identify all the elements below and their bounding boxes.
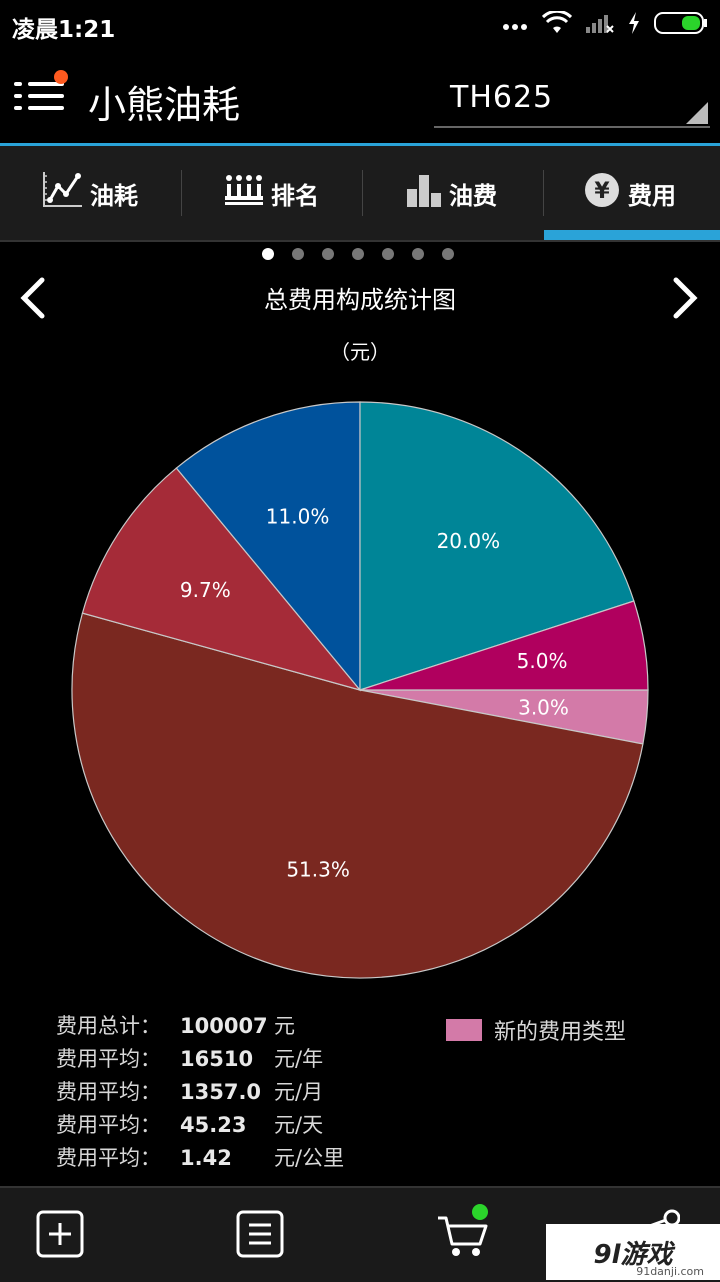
stat-unit: 元 — [274, 1014, 295, 1038]
wifi-icon — [541, 9, 573, 39]
app-title: 小熊油耗 — [88, 83, 241, 127]
stat-value: 1.42 — [180, 1146, 232, 1170]
stat-row-total: 费用总计： 100007 元 — [56, 1010, 344, 1043]
stat-label: 费用平均： — [56, 1080, 161, 1104]
line-chart-icon — [42, 172, 82, 214]
page-indicator — [262, 248, 454, 260]
tab-underline — [0, 240, 720, 242]
more-dots-icon — [502, 16, 528, 35]
cart-badge — [472, 1204, 488, 1220]
battery-icon — [654, 11, 708, 39]
dropdown-corner-icon — [686, 102, 708, 124]
tab-expenses[interactable]: ¥ 费用 — [540, 146, 720, 240]
stat-row-per-month: 费用平均： 1357.0 元/月 — [56, 1076, 344, 1109]
signal-icon — [586, 11, 614, 39]
stat-unit: 元/月 — [274, 1080, 324, 1104]
page-dot — [292, 248, 304, 260]
page-dot — [382, 248, 394, 260]
stat-row-per-km: 费用平均： 1.42 元/公里 — [56, 1142, 344, 1175]
stat-label: 费用平均： — [56, 1047, 161, 1071]
tab-label: 油费 — [449, 181, 497, 210]
chart-title: 总费用构成统计图 — [264, 286, 456, 314]
page-dot — [322, 248, 334, 260]
stat-row-per-day: 费用平均： 45.23 元/天 — [56, 1109, 344, 1142]
tab-label: 油耗 — [90, 181, 138, 210]
chart-legend: 新的费用类型 — [446, 1014, 626, 1046]
chart-unit: （元） — [330, 340, 390, 364]
pie-slice-label: 3.0% — [518, 695, 569, 719]
menu-button[interactable] — [14, 70, 68, 116]
svg-text:¥: ¥ — [594, 179, 610, 204]
stat-value: 100007 — [180, 1014, 268, 1038]
stat-label: 费用平均： — [56, 1146, 161, 1170]
stats-summary: 费用总计： 100007 元 费用平均： 16510 元/年 费用平均： 135… — [56, 1010, 344, 1175]
stat-unit: 元/天 — [274, 1113, 324, 1137]
watermark-url: 91danji.com — [636, 1265, 704, 1278]
stat-label: 费用总计： — [56, 1014, 161, 1038]
shop-button[interactable] — [436, 1204, 492, 1258]
notification-dot — [54, 70, 68, 84]
add-record-button[interactable] — [36, 1210, 84, 1258]
yen-icon: ¥ — [584, 172, 620, 214]
watermark-logo: 9l游戏 91danji.com — [546, 1224, 720, 1280]
tab-fuel-consumption[interactable]: 油耗 — [0, 146, 180, 240]
stat-unit: 元/年 — [274, 1047, 324, 1071]
pie-slice-label: 9.7% — [180, 578, 231, 602]
stat-value: 45.23 — [180, 1113, 247, 1137]
pie-slice-label: 11.0% — [266, 505, 330, 529]
legend-label: 新的费用类型 — [494, 1020, 627, 1045]
status-time: 凌晨1:21 — [12, 17, 116, 43]
plus-box-icon — [36, 1210, 84, 1262]
tab-fuel-cost[interactable]: 油费 — [362, 146, 542, 240]
pie-slice-label: 51.3% — [286, 857, 350, 881]
tab-bar: 油耗 排名 油费 ¥ 费用 — [0, 146, 720, 240]
stat-value: 16510 — [180, 1047, 254, 1071]
page-dot — [442, 248, 454, 260]
page-dot — [262, 248, 274, 260]
crown-icon — [225, 174, 263, 212]
pie-slice-label: 5.0% — [517, 649, 568, 673]
legend-swatch — [446, 1019, 482, 1041]
stat-label: 费用平均： — [56, 1113, 161, 1137]
stat-row-per-year: 费用平均： 16510 元/年 — [56, 1043, 344, 1076]
page-dot — [352, 248, 364, 260]
status-icons — [502, 9, 708, 39]
vehicle-value: TH625 — [450, 80, 554, 115]
page-dot — [412, 248, 424, 260]
pie-slice-label: 20.0% — [437, 529, 501, 553]
stat-unit: 元/公里 — [274, 1146, 345, 1170]
active-tab-indicator — [544, 230, 720, 240]
records-list-button[interactable] — [236, 1210, 284, 1258]
cart-icon — [436, 1216, 492, 1262]
stat-value: 1357.0 — [180, 1080, 262, 1104]
tab-ranking[interactable]: 排名 — [182, 146, 362, 240]
list-box-icon — [236, 1210, 284, 1262]
vehicle-dropdown[interactable]: TH625 — [434, 72, 710, 128]
pie-chart: 3.0% 51.3% 9.7% 11.0% 20.0% 5.0% — [71, 401, 649, 979]
bar-chart-icon — [407, 173, 441, 213]
tab-label: 费用 — [628, 181, 676, 210]
charging-icon — [628, 12, 640, 38]
tab-label: 排名 — [271, 181, 319, 210]
